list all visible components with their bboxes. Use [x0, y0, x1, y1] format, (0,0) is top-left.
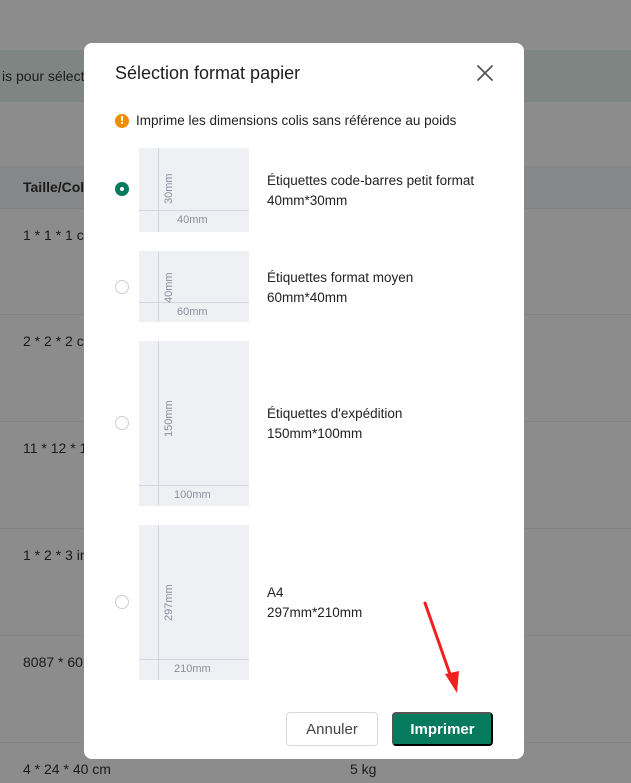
close-icon [477, 65, 493, 81]
paper-option-medium[interactable]: 40mm 60mm Étiquettes format moyen 60mm*4… [84, 251, 524, 322]
option-name: A4 [267, 585, 284, 600]
dialog-title: Sélection format papier [115, 63, 301, 83]
paper-option-a4[interactable]: 297mm 210mm A4 297mm*210mm [84, 525, 524, 680]
paper-preview: 150mm 100mm [139, 341, 249, 506]
notice: ! Imprime les dimensions colis sans réfé… [115, 113, 456, 128]
notice-text: Imprime les dimensions colis sans référe… [136, 113, 457, 128]
height-label: 150mm [163, 400, 175, 437]
cancel-button[interactable]: Annuler [286, 712, 378, 746]
height-label: 297mm [163, 584, 175, 621]
height-label: 40mm [163, 272, 175, 303]
option-name: Étiquettes d'expédition [267, 406, 403, 421]
radio-small[interactable] [115, 182, 129, 196]
option-size: 297mm*210mm [267, 605, 363, 620]
paper-option-shipping[interactable]: 150mm 100mm Étiquettes d'expédition 150m… [84, 341, 524, 506]
paper-preview: 40mm 60mm [139, 251, 249, 322]
paper-format-dialog: Sélection format papier ! Imprime les di… [84, 43, 524, 759]
radio-medium[interactable] [115, 280, 129, 294]
paper-option-small[interactable]: 30mm 40mm Étiquettes code-barres petit f… [84, 148, 524, 232]
paper-preview: 297mm 210mm [139, 525, 249, 680]
width-label: 60mm [177, 306, 208, 318]
radio-shipping[interactable] [115, 416, 129, 430]
paper-preview: 30mm 40mm [139, 148, 249, 232]
option-size: 40mm*30mm [267, 193, 348, 208]
option-name: Étiquettes code-barres petit format [267, 173, 475, 188]
option-size: 150mm*100mm [267, 426, 363, 441]
width-label: 210mm [174, 663, 211, 675]
info-icon: ! [115, 113, 129, 128]
height-label: 30mm [163, 173, 175, 204]
width-label: 40mm [177, 214, 208, 226]
option-name: Étiquettes format moyen [267, 270, 414, 285]
radio-a4[interactable] [115, 595, 129, 609]
close-button[interactable] [473, 61, 497, 85]
print-button[interactable]: Imprimer [392, 712, 493, 746]
width-label: 100mm [174, 489, 211, 501]
option-size: 60mm*40mm [267, 290, 348, 305]
